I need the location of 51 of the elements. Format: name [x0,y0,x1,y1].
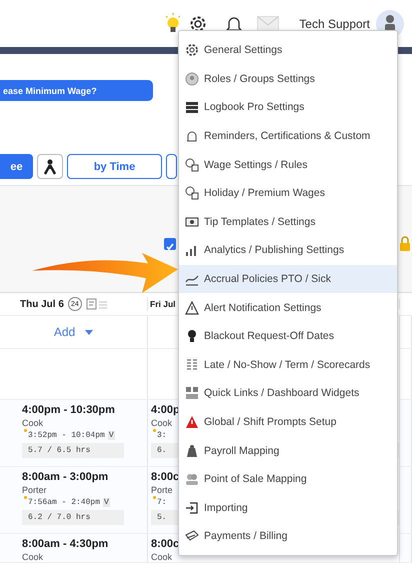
view-button[interactable]: ee [0,154,33,179]
menu-item[interactable]: General Settings [179,36,397,65]
publish-checkbox[interactable] [164,238,176,250]
menu-item[interactable]: Alert Notification Settings [179,293,397,322]
punch-time: 7:56am - 2:40pm [28,498,100,507]
menu-item[interactable]: Late / No-Show / Term / Scorecards [179,350,397,380]
menu-item[interactable]: Holiday / Premium Wages [179,178,397,208]
day-header: Fri Jul [150,299,176,309]
menu-item[interactable]: Global / Shift Prompts Setup [179,408,397,436]
shift-time[interactable]: 8:00am - 4:30pm [22,538,147,550]
menu-item[interactable]: Point of Sale Mapping [179,464,397,494]
bell-icon[interactable] [225,14,244,32]
menu-item[interactable]: Payments / Billing [179,522,397,551]
minimum-wage-button[interactable]: ease Minimum Wage? [0,80,153,101]
menu-item[interactable]: Reminders, Certifications & Custom [179,122,397,150]
shift-time[interactable]: 8:00c [151,538,180,550]
settings-icon[interactable] [189,14,208,32]
menu-item[interactable]: Analytics / Publishing Settings [179,236,397,265]
menu-item[interactable]: Blackout Request-Off Dates [179,322,397,351]
note-icon[interactable] [86,298,108,310]
menu-item[interactable]: Wage Settings / Rules [179,150,397,179]
shift-role: Porter [22,485,48,495]
shift-time[interactable]: 8:00am - 3:00pm [22,471,147,483]
dropdown-caret-icon[interactable] [85,330,94,334]
menu-item[interactable]: Accrual Policies PTO / Sick [179,264,397,294]
punch-time: 3:52pm - 10:04pm [28,431,105,440]
add-shift-button[interactable]: Add [54,325,76,339]
curved-arrow-icon [30,250,180,296]
menu-item[interactable]: Logbook Pro Settings [179,93,397,122]
view-button[interactable]: by Time [67,154,162,179]
shift-time[interactable]: 8:00c [151,471,180,483]
lightbulb-icon[interactable] [163,12,184,34]
punch-flag: V [108,431,115,440]
person-icon [43,158,57,174]
menu-item[interactable]: Quick Links / Dashboard Widgets [179,379,397,408]
shift-role: Cook [151,418,172,428]
menu-item[interactable]: Tip Templates / Settings [179,208,397,236]
shift-role: Cook [151,552,172,562]
day-header: Thu Jul 6 [20,298,64,310]
shift-role: Porte [151,485,173,495]
menu-item[interactable]: Roles / Groups Settings [179,64,397,94]
punch-time: 3: [157,431,167,440]
user-name[interactable]: Tech Support [299,16,370,30]
shift-role: Cook [22,552,44,562]
punch-flag: V [103,498,110,507]
hours-summary: 5.7 / 6.5 hrs [22,443,124,458]
shift-role: Cook [22,418,44,428]
punch-time: 7: [157,498,167,507]
hours-summary: 6.2 / 7.0 hrs [22,510,124,525]
view-button[interactable] [37,154,63,179]
shift-time[interactable]: 4:00pm - 10:30pm [22,404,147,416]
